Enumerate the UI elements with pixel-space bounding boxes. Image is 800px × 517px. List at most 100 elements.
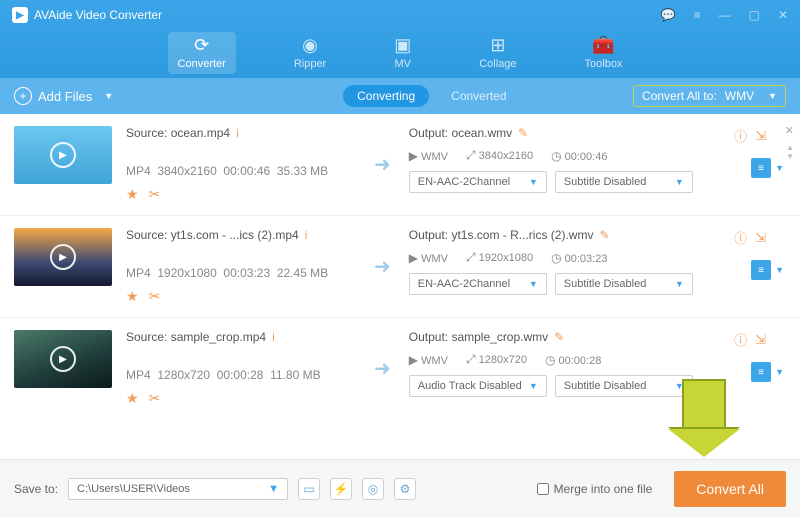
status-converted[interactable]: Converted [437,85,520,107]
compress-icon[interactable]: ⇲ [755,332,766,348]
chevron-down-icon: ▼ [775,163,784,173]
output-preset-button[interactable]: ≡▼ [751,158,784,178]
compress-icon[interactable]: ⇲ [755,230,766,246]
close-icon[interactable]: ✕ [778,8,788,22]
clock-icon: ◷ [551,149,561,163]
tab-label: Ripper [294,58,326,70]
high-speed-button[interactable]: ◎ [362,478,384,500]
tab-label: Converter [178,58,226,70]
add-files-label: Add Files [38,89,92,104]
source-format: MP4 [126,368,151,382]
gpu-accel-button[interactable]: ⚡ [330,478,352,500]
audio-track-dropdown[interactable]: EN-AAC-2Channel▼ [409,273,547,295]
output-label: Output: ocean.wmv [409,126,512,140]
expand-icon: ⤢ [466,250,476,264]
output-preset-button[interactable]: ≡▼ [751,260,784,280]
output-duration: 00:00:46 [565,151,608,163]
edit-icon[interactable]: ✎ [599,228,609,242]
info-icon[interactable]: i [236,126,239,140]
tab-toolbox[interactable]: 🧰 Toolbox [575,32,633,74]
video-icon: ▶ [409,149,418,163]
reorder-handles[interactable]: ▲▼ [786,144,794,162]
subtitle-value: Subtitle Disabled [564,278,647,290]
subtitle-dropdown[interactable]: Subtitle Disabled▼ [555,171,693,193]
file-list: ▶ Source: ocean.mp4 i MP4 3840x2160 00:00… [0,114,800,459]
merge-checkbox-input[interactable] [537,483,549,495]
image-icon: ▣ [394,36,411,54]
tab-ripper[interactable]: ◉ Ripper [284,32,336,74]
edit-icon[interactable]: ✎ [518,126,528,140]
source-size: 22.45 MB [277,266,328,280]
arrow-right-icon: ➜ [374,254,391,279]
chevron-down-icon: ▼ [768,91,777,101]
star-icon[interactable]: ★ [126,288,139,305]
info-icon[interactable]: ⓘ [734,330,747,349]
star-icon[interactable]: ★ [126,186,139,203]
open-folder-button[interactable]: ▭ [298,478,320,500]
info-icon[interactable]: ⓘ [734,126,747,145]
source-duration: 00:03:23 [223,266,270,280]
feedback-icon[interactable]: 💬 [661,8,676,22]
save-to-label: Save to: [14,482,58,496]
tab-mv[interactable]: ▣ MV [384,32,421,74]
merge-checkbox[interactable]: Merge into one file [537,482,653,496]
compress-icon[interactable]: ⇲ [755,128,766,144]
status-converting[interactable]: Converting [343,85,429,107]
subtitle-dropdown[interactable]: Subtitle Disabled▼ [555,273,693,295]
star-icon[interactable]: ★ [126,390,139,407]
list-item: ▶ Source: ocean.mp4i MP4 3840x2160 00:00… [0,114,800,215]
chevron-down-icon: ▼ [675,381,684,391]
tab-collage[interactable]: ⊞ Collage [469,32,526,74]
audio-track-dropdown[interactable]: EN-AAC-2Channel ▼ [409,171,547,193]
subtitle-dropdown[interactable]: Subtitle Disabled ▼ [555,375,693,397]
output-format: WMV [421,355,448,367]
convert-all-button[interactable]: Convert All [674,471,786,507]
tab-label: MV [394,58,411,70]
menu-icon[interactable]: ≡ [694,8,701,22]
source-size: 11.80 MB [270,368,320,382]
remove-item-icon[interactable]: ✕ [785,124,794,137]
maximize-icon[interactable]: ▢ [749,8,760,22]
toolbox-icon: 🧰 [592,36,614,54]
source-label: Source: ocean.mp4 [126,126,230,140]
subtitle-value: Subtitle Disabled [564,380,647,392]
add-files-button[interactable]: + Add Files ▼ [14,87,113,105]
cut-icon[interactable]: ✂ [149,186,161,203]
audio-value: Audio Track Disabled [418,380,522,392]
audio-value: EN-AAC-2Channel [418,176,510,188]
chevron-down-icon: ▼ [529,177,538,187]
save-path-dropdown[interactable]: C:\Users\USER\Videos ▼ [68,478,288,500]
info-icon[interactable]: i [305,228,308,242]
output-resolution: 3840x2160 [479,150,533,162]
cut-icon[interactable]: ✂ [149,390,161,407]
minimize-icon[interactable]: — [719,8,731,22]
audio-value: EN-AAC-2Channel [418,278,510,290]
play-icon: ▶ [50,346,76,372]
video-thumbnail[interactable]: ▶ [14,126,112,184]
source-label: Source: yt1s.com - ...ics (2).mp4 [126,228,299,242]
chevron-down-icon: ▼ [104,91,113,101]
source-format: MP4 [126,266,151,280]
convert-all-format-dropdown[interactable]: Convert All to: WMV ▼ [633,85,786,107]
preset-icon: ≡ [751,260,771,280]
video-thumbnail[interactable]: ▶ [14,228,112,286]
video-thumbnail[interactable]: ▶ [14,330,112,388]
expand-icon: ⤢ [466,148,476,162]
arrow-right-icon: ➜ [374,356,391,381]
info-icon[interactable]: i [272,330,275,344]
output-preset-button[interactable]: ≡▼ [751,362,784,382]
preset-icon: ≡ [751,362,771,382]
source-resolution: 1920x1080 [157,266,216,280]
app-logo: ▶ [12,7,28,23]
tab-label: Toolbox [585,58,623,70]
plus-icon: + [14,87,32,105]
source-resolution: 3840x2160 [157,164,216,178]
audio-track-dropdown[interactable]: Audio Track Disabled▼ [409,375,547,397]
cut-icon[interactable]: ✂ [149,288,161,305]
settings-dropdown[interactable]: ⚙ [394,478,416,500]
preset-icon: ≡ [751,158,771,178]
source-duration: 00:00:28 [217,368,264,382]
info-icon[interactable]: ⓘ [734,228,747,247]
edit-icon[interactable]: ✎ [554,330,564,344]
tab-converter[interactable]: ⟳ Converter [168,32,236,74]
